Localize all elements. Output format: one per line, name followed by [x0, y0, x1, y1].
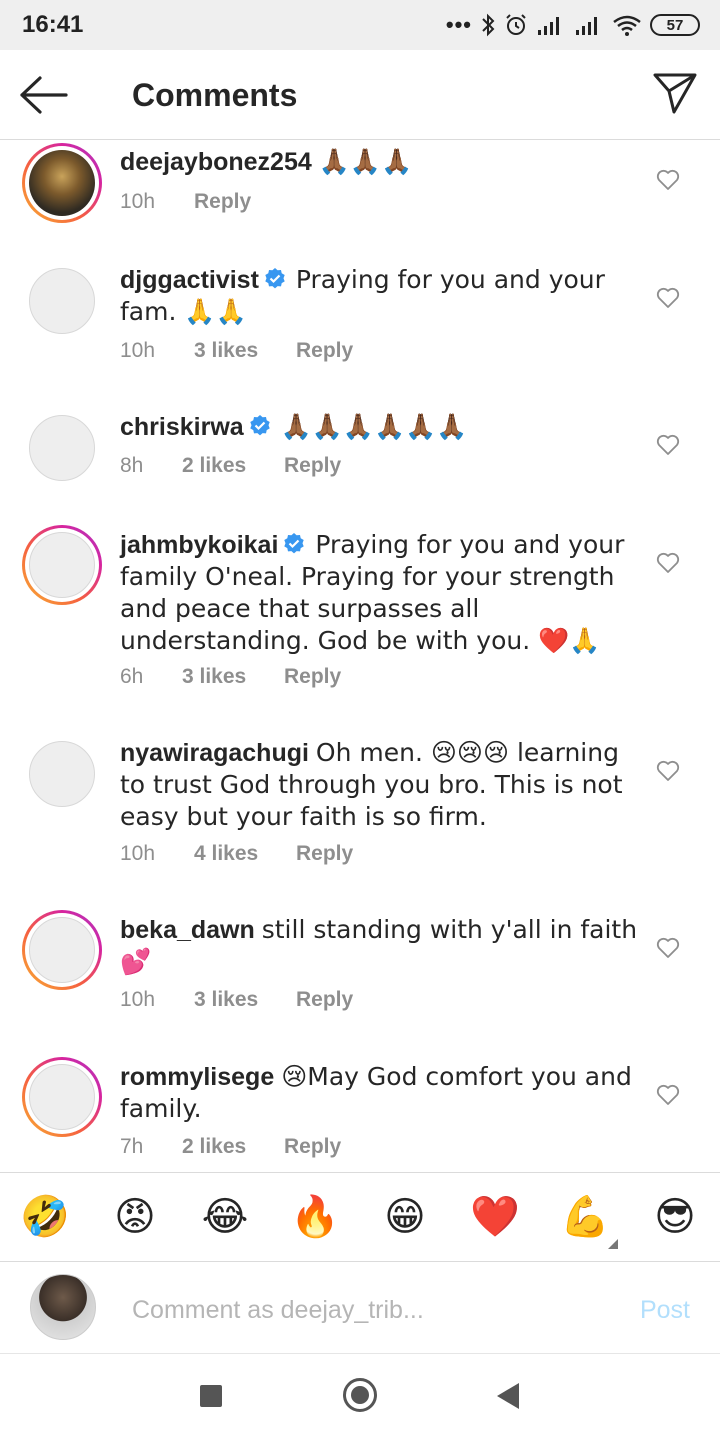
- comment-meta: 10h 3 likes Reply: [120, 988, 353, 1012]
- comment-time: 8h: [120, 454, 144, 477]
- comment-composer: Post: [0, 1262, 720, 1354]
- home-icon[interactable]: [343, 1378, 377, 1412]
- comment-username[interactable]: deejaybonez254: [120, 148, 312, 176]
- verified-badge-icon: [284, 533, 305, 554]
- alarm-icon: [506, 14, 526, 35]
- comment-meta: 10h 3 likes Reply: [120, 339, 353, 363]
- like-heart-icon[interactable]: [656, 434, 680, 456]
- status-icons: ••• 57: [446, 12, 700, 38]
- battery-indicator: 57: [650, 14, 700, 36]
- comment-likes[interactable]: 2 likes: [182, 454, 284, 478]
- comment-time: 10h: [120, 988, 156, 1011]
- page-title: Comments: [132, 77, 298, 113]
- verified-badge-icon: [249, 415, 270, 436]
- status-time: 16:41: [22, 11, 84, 38]
- comment-username[interactable]: chriskirwa: [120, 413, 244, 441]
- comment-meta: 10h Reply: [120, 190, 251, 214]
- comment-body: rommylisege 😢May God comfort you and fam…: [120, 1061, 640, 1125]
- back-arrow-icon[interactable]: [18, 74, 70, 116]
- signal-icon-2: [576, 17, 597, 35]
- comment-likes[interactable]: 3 likes: [194, 988, 296, 1012]
- comments-list[interactable]: deejaybonez254 🙏🏾🙏🏾🙏🏾 10h Reply djggacti…: [0, 140, 720, 1172]
- recents-icon[interactable]: [200, 1385, 222, 1407]
- like-heart-icon[interactable]: [656, 287, 680, 309]
- reply-button[interactable]: Reply: [284, 1135, 341, 1159]
- status-bar: 16:41 ••• 57: [0, 0, 720, 50]
- avatar[interactable]: [22, 1057, 102, 1137]
- avatar[interactable]: [29, 415, 95, 481]
- comment-username[interactable]: beka_dawn: [120, 916, 255, 944]
- my-avatar: [30, 1274, 96, 1340]
- comment-text: 🙏🏾🙏🏾🙏🏾🙏🏾🙏🏾🙏🏾: [280, 412, 468, 441]
- signal-icon: [538, 17, 559, 35]
- comment-body: beka_dawn still standing with y'all in f…: [120, 914, 640, 978]
- like-heart-icon[interactable]: [656, 760, 680, 782]
- avatar[interactable]: [29, 268, 95, 334]
- like-heart-icon[interactable]: [656, 169, 680, 191]
- like-heart-icon[interactable]: [656, 1084, 680, 1106]
- comment-meta: 7h 2 likes Reply: [120, 1135, 341, 1159]
- comment-body: deejaybonez254 🙏🏾🙏🏾🙏🏾: [120, 146, 640, 178]
- emoji-angry-button[interactable]: 😡: [109, 1191, 161, 1243]
- comment-likes[interactable]: 2 likes: [182, 1135, 284, 1159]
- skin-tone-indicator-icon: [608, 1239, 618, 1249]
- emoji-reaction-bar: 🤣 😡 😂 🔥 😁 ❤️ 💪 😎: [0, 1172, 720, 1262]
- comment-username[interactable]: rommylisege: [120, 1063, 274, 1091]
- wifi-icon: [613, 15, 641, 36]
- like-heart-icon[interactable]: [656, 552, 680, 574]
- comment-time: 7h: [120, 1135, 144, 1158]
- header: Comments: [0, 50, 720, 140]
- emoji-rofl-button[interactable]: 🤣: [19, 1191, 71, 1243]
- emoji-fire-button[interactable]: 🔥: [289, 1191, 341, 1243]
- comment-body: chriskirwa 🙏🏾🙏🏾🙏🏾🙏🏾🙏🏾🙏🏾: [120, 411, 640, 443]
- emoji-joy-button[interactable]: 😂: [199, 1191, 251, 1243]
- comment-meta: 8h 2 likes Reply: [120, 454, 341, 478]
- verified-badge-icon: [265, 268, 285, 289]
- comment-input[interactable]: [132, 1292, 572, 1328]
- reply-button[interactable]: Reply: [284, 454, 341, 478]
- like-heart-icon[interactable]: [656, 937, 680, 959]
- emoji-heart-button[interactable]: ❤️: [469, 1191, 521, 1243]
- comment-body: jahmbykoikai Praying for you and your fa…: [120, 529, 640, 657]
- comment-likes[interactable]: 3 likes: [182, 665, 284, 689]
- emoji-sunglasses-button[interactable]: 😎: [649, 1191, 701, 1243]
- comment-meta: 6h 3 likes Reply: [120, 665, 341, 689]
- bluetooth-icon: [482, 13, 495, 37]
- more-dots-icon: •••: [445, 12, 472, 37]
- reply-button[interactable]: Reply: [296, 842, 353, 866]
- emoji-muscle-button[interactable]: 💪: [559, 1191, 611, 1243]
- direct-send-icon[interactable]: [652, 70, 698, 116]
- comment-likes[interactable]: 4 likes: [194, 842, 296, 866]
- comment-time: 6h: [120, 665, 144, 688]
- comment-body: djggactivist Praying for you and your fa…: [120, 264, 640, 328]
- avatar[interactable]: [29, 741, 95, 807]
- comment-likes[interactable]: 3 likes: [194, 339, 296, 363]
- comment-text: 🙏🏾🙏🏾🙏🏾: [318, 147, 413, 176]
- avatar[interactable]: [22, 525, 102, 605]
- system-nav-bar: [0, 1354, 720, 1440]
- post-button[interactable]: Post: [640, 1296, 690, 1325]
- emoji-grin-button[interactable]: 😁: [379, 1191, 431, 1243]
- reply-button[interactable]: Reply: [296, 988, 353, 1012]
- avatar[interactable]: [22, 143, 102, 223]
- comment-username[interactable]: nyawiragachugi: [120, 739, 309, 767]
- reply-button[interactable]: Reply: [194, 190, 251, 214]
- comment-username[interactable]: djggactivist: [120, 266, 259, 294]
- comment-meta: 10h 4 likes Reply: [120, 842, 353, 866]
- comment-body: nyawiragachugi Oh men. 😢😢😢 learning to t…: [120, 737, 640, 833]
- comment-time: 10h: [120, 339, 156, 362]
- comment-time: 10h: [120, 842, 156, 865]
- comment-username[interactable]: jahmbykoikai: [120, 531, 278, 559]
- reply-button[interactable]: Reply: [296, 339, 353, 363]
- comment-time: 10h: [120, 190, 156, 213]
- reply-button[interactable]: Reply: [284, 665, 341, 689]
- back-icon[interactable]: [497, 1383, 519, 1409]
- avatar[interactable]: [22, 910, 102, 990]
